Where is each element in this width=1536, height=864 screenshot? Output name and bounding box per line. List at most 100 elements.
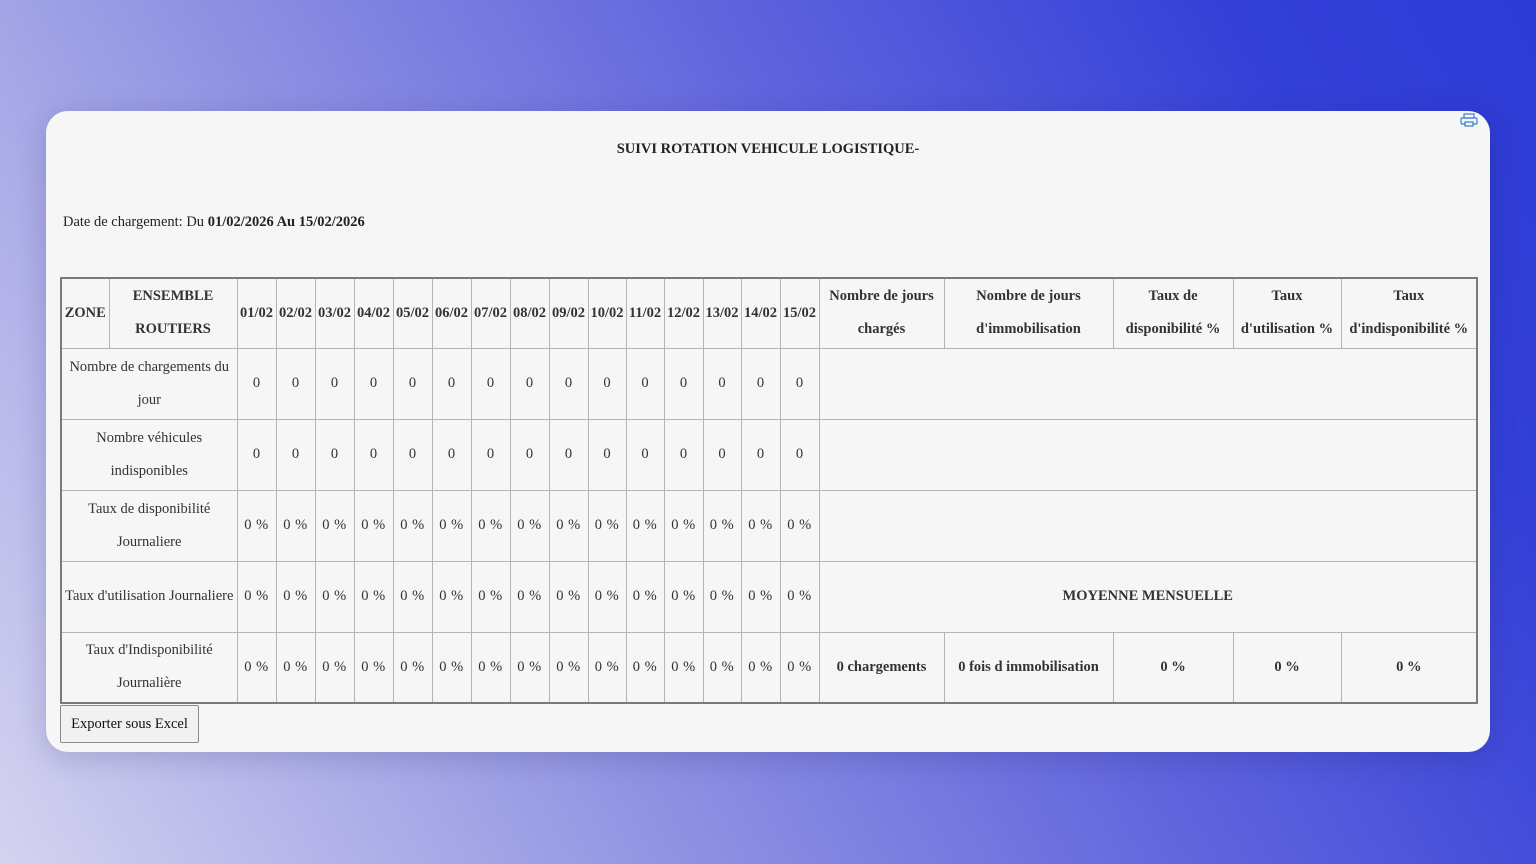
day-value: 0 xyxy=(587,418,627,491)
date-range-label: Date de chargement: Du xyxy=(63,214,208,230)
day-value: 0 % xyxy=(353,560,394,633)
export-excel-button[interactable]: Exporter sous Excel xyxy=(60,705,199,743)
day-value: 0 % xyxy=(509,560,550,633)
date-separator: Au xyxy=(273,214,299,230)
summary-header: Nombre de jours d'immobilisation xyxy=(943,277,1114,349)
day-value: 0 xyxy=(470,418,511,491)
row-label: Taux d'Indisponibilité Journalière xyxy=(60,631,238,704)
day-value: 0 % xyxy=(740,489,781,562)
day-value: 0 % xyxy=(587,489,627,562)
summary-header: Taux d'indisponibilité % xyxy=(1340,277,1478,349)
rotation-table: ZONE ENSEMBLE ROUTIERS 01/02 02/02 03/02 04… xyxy=(60,277,1478,704)
day-value: 0 xyxy=(236,347,277,420)
date-header: 08/02 xyxy=(509,277,550,349)
date-header: 15/02 xyxy=(779,277,820,349)
print-icon[interactable] xyxy=(1460,113,1478,127)
day-value: 0 xyxy=(392,418,433,491)
day-value: 0 % xyxy=(431,631,472,704)
table-row: Taux d'Indisponibilité Journalière 0 % 0 %… xyxy=(60,631,1478,704)
summary-header: Taux d'utilisation % xyxy=(1232,277,1342,349)
day-value: 0 % xyxy=(587,560,627,633)
day-value: 0 % xyxy=(314,489,355,562)
table-row: Nombre véhicules indisponibles 0 0 0 0 0 0 0 0 0 0… xyxy=(60,418,1478,491)
day-value: 0 % xyxy=(548,489,589,562)
day-value: 0 xyxy=(587,347,627,420)
date-from: 01/02/2026 xyxy=(207,214,274,230)
ensemble-header: ENSEMBLE ROUTIERS xyxy=(108,277,238,349)
date-header: 11/02 xyxy=(625,277,665,349)
day-value: 0 % xyxy=(275,560,316,633)
day-value: 0 % xyxy=(392,560,433,633)
day-value: 0 % xyxy=(353,631,394,704)
summary-header: Taux de disponibilité % xyxy=(1112,277,1234,349)
header-row: ZONE ENSEMBLE ROUTIERS 01/02 02/02 03/02 04… xyxy=(60,277,1478,349)
table-row: Nombre de chargements du jour 0 0 0 0 0 0 0 0 0 0 0… xyxy=(60,347,1478,420)
day-value: 0 xyxy=(236,418,277,491)
empty-cell xyxy=(818,489,1478,562)
day-value: 0 % xyxy=(236,489,277,562)
day-value: 0 xyxy=(779,347,820,420)
day-value: 0 % xyxy=(779,560,820,633)
day-value: 0 % xyxy=(663,560,704,633)
date-header: 04/02 xyxy=(353,277,394,349)
day-value: 0 % xyxy=(702,489,742,562)
day-value: 0 xyxy=(625,418,665,491)
day-value: 0 xyxy=(625,347,665,420)
day-value: 0 % xyxy=(740,560,781,633)
summary-header: Nombre de jours chargés xyxy=(818,277,945,349)
day-value: 0 % xyxy=(702,560,742,633)
date-header: 10/02 xyxy=(587,277,627,349)
day-value: 0 % xyxy=(509,489,550,562)
day-value: 0 xyxy=(663,347,704,420)
day-value: 0 % xyxy=(236,560,277,633)
date-header: 02/02 xyxy=(275,277,316,349)
day-value: 0 xyxy=(702,347,742,420)
empty-cell xyxy=(818,418,1478,491)
day-value: 0 xyxy=(353,347,394,420)
day-value: 0 % xyxy=(314,560,355,633)
day-value: 0 % xyxy=(353,489,394,562)
day-value: 0 % xyxy=(548,631,589,704)
day-value: 0 % xyxy=(548,560,589,633)
date-header: 13/02 xyxy=(702,277,742,349)
day-value: 0 xyxy=(702,418,742,491)
date-header: 07/02 xyxy=(470,277,511,349)
date-header: 14/02 xyxy=(740,277,781,349)
day-value: 0 % xyxy=(740,631,781,704)
day-value: 0 % xyxy=(275,631,316,704)
date-header: 12/02 xyxy=(663,277,704,349)
day-value: 0 % xyxy=(625,560,665,633)
empty-cell xyxy=(818,347,1478,420)
day-value: 0 xyxy=(314,418,355,491)
date-range: Date de chargement: Du 01/02/2026 Au 15/… xyxy=(63,214,365,231)
summary-value: 0 fois d immobilisation xyxy=(943,631,1114,704)
day-value: 0 % xyxy=(702,631,742,704)
day-value: 0 xyxy=(431,347,472,420)
date-header: 06/02 xyxy=(431,277,472,349)
summary-value: 0 chargements xyxy=(818,631,945,704)
row-label: Taux d'utilisation Journaliere xyxy=(60,560,238,633)
day-value: 0 % xyxy=(470,631,511,704)
day-value: 0 % xyxy=(431,489,472,562)
day-value: 0 % xyxy=(392,631,433,704)
table-row: Taux de disponibilité Journaliere 0 % 0 % 0… xyxy=(60,489,1478,562)
day-value: 0 % xyxy=(509,631,550,704)
date-header: 01/02 xyxy=(236,277,277,349)
day-value: 0 xyxy=(275,347,316,420)
day-value: 0 xyxy=(779,418,820,491)
row-label: Nombre véhicules indisponibles xyxy=(60,418,238,491)
day-value: 0 xyxy=(740,347,781,420)
day-value: 0 % xyxy=(625,631,665,704)
zone-header: ZONE xyxy=(60,277,110,349)
day-value: 0 % xyxy=(275,489,316,562)
day-value: 0 xyxy=(509,418,550,491)
date-to: 15/02/2026 xyxy=(298,214,365,230)
day-value: 0 % xyxy=(625,489,665,562)
day-value: 0 xyxy=(740,418,781,491)
day-value: 0 % xyxy=(470,489,511,562)
day-value: 0 % xyxy=(779,489,820,562)
day-value: 0 xyxy=(548,347,589,420)
date-header: 05/02 xyxy=(392,277,433,349)
day-value: 0 xyxy=(353,418,394,491)
day-value: 0 xyxy=(663,418,704,491)
